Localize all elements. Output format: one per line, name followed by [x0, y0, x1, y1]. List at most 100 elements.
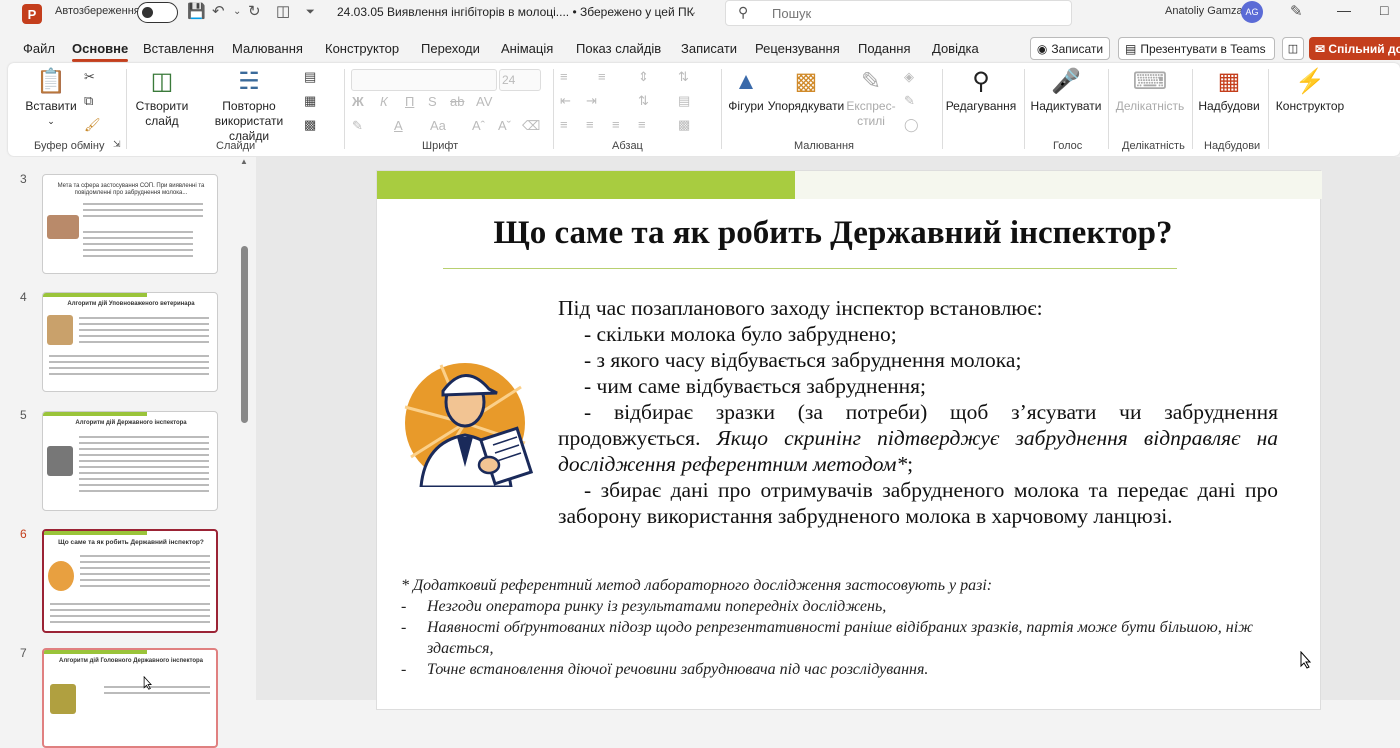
grow-font-icon[interactable]: Aˆ	[472, 118, 485, 133]
tab-record[interactable]: Записати	[681, 41, 737, 56]
tab-transitions[interactable]: Переходи	[421, 41, 480, 56]
font-size-select[interactable]: 24	[499, 69, 541, 91]
cut-icon[interactable]: ✂	[84, 69, 95, 85]
copy-icon[interactable]: ⧉	[84, 93, 93, 109]
search-box[interactable]: ⚲	[725, 0, 1072, 26]
shapes-button[interactable]: ▲ Фігури	[724, 67, 768, 114]
shadow-icon[interactable]: S	[428, 94, 437, 109]
record-icon: ◉	[1036, 41, 1048, 56]
thumb-title: Алгоритм дій Уповноваженого ветеринара	[67, 301, 195, 307]
slide-thumbnail-3[interactable]: Мета та сфера застосування СОП. При вияв…	[42, 174, 218, 274]
present-in-teams-button[interactable]: ▤ Презентувати в Teams	[1118, 37, 1275, 60]
slide-thumbnail-4[interactable]: Алгоритм дій Уповноваженого ветеринара	[42, 292, 218, 392]
comments-button[interactable]: ◫	[1282, 37, 1304, 60]
slide-thumbnail-5[interactable]: Алгоритм дій Державного інспектора	[42, 411, 218, 511]
decrease-indent-icon[interactable]: ⇤	[560, 93, 571, 109]
increase-indent-icon[interactable]: ⇥	[586, 93, 597, 109]
font-family-select[interactable]	[351, 69, 497, 91]
user-name[interactable]: Anatoliy Gamza	[1165, 5, 1243, 17]
designer-button[interactable]: ⚡ Конструктор	[1274, 67, 1346, 114]
share-icon: ✉	[1315, 41, 1326, 56]
slide-body-text[interactable]: Під час позапланового заходу інспектор в…	[558, 295, 1278, 529]
save-icon[interactable]: 💾	[187, 3, 206, 21]
share-button[interactable]: ✉ Спільний до	[1309, 37, 1400, 60]
line-spacing-icon[interactable]: ⇕	[638, 69, 649, 85]
title-divider	[443, 268, 1177, 269]
shrink-font-icon[interactable]: Aˇ	[498, 118, 511, 133]
slide-title[interactable]: Що саме та як робить Державний інспектор…	[377, 215, 1289, 252]
tab-design[interactable]: Конструктор	[325, 41, 399, 56]
sort-icon[interactable]: ⇅	[678, 69, 689, 85]
editing-button[interactable]: ⚲ Редагування	[946, 67, 1017, 114]
sensitivity-button[interactable]: ⌨ Делікатність	[1114, 67, 1186, 114]
slide-thumbnail-6[interactable]: Що саме та як робить Державний інспектор…	[42, 529, 218, 633]
undo-icon[interactable]: ↶	[212, 3, 225, 21]
search-input[interactable]	[772, 3, 1052, 23]
tab-slideshow[interactable]: Показ слайдів	[576, 41, 661, 56]
tab-animations[interactable]: Анімація	[501, 41, 553, 56]
tab-view[interactable]: Подання	[858, 41, 911, 56]
bold-icon[interactable]: Ж	[352, 94, 364, 109]
tab-draw[interactable]: Малювання	[232, 41, 303, 56]
addins-button[interactable]: ▦ Надбудови	[1198, 67, 1260, 114]
group-addins: Надбудови	[1204, 140, 1261, 152]
layout-icon[interactable]: ▤	[304, 69, 316, 85]
pen-icon[interactable]: ✎	[1290, 3, 1303, 21]
reset-icon[interactable]: ▦	[304, 93, 316, 109]
font-color-icon[interactable]: A	[394, 118, 403, 133]
shape-outline-icon[interactable]: ✎	[904, 93, 915, 109]
group-paragraph: Абзац	[612, 140, 643, 152]
maximize-icon[interactable]: □	[1380, 2, 1388, 18]
record-button[interactable]: ◉ Записати	[1030, 37, 1110, 60]
avatar[interactable]: AG	[1241, 1, 1263, 23]
change-case-icon[interactable]: Aa	[430, 118, 446, 133]
smartart-icon[interactable]: ▩	[678, 117, 690, 133]
undo-dropdown-icon[interactable]: ⌄	[233, 3, 241, 21]
strikethrough-icon[interactable]: ab	[450, 94, 464, 109]
new-slide-button[interactable]: ◫ Створити слайд	[132, 67, 192, 129]
align-left-icon[interactable]: ≡	[560, 117, 568, 132]
doc-title-chevron-icon[interactable]: ⌄	[688, 3, 697, 21]
align-center-icon[interactable]: ≡	[586, 117, 594, 132]
numbering-icon[interactable]: ≡	[598, 69, 606, 84]
italic-icon[interactable]: К	[380, 94, 388, 109]
quick-styles-button[interactable]: ✎ Експрес-стилі	[844, 67, 898, 129]
dictate-button[interactable]: 🎤 Надиктувати	[1031, 67, 1102, 114]
section-icon[interactable]: ▩	[304, 117, 316, 133]
tab-file[interactable]: Файл	[23, 41, 55, 56]
align-right-icon[interactable]: ≡	[612, 117, 620, 132]
tab-help[interactable]: Довідка	[932, 41, 979, 56]
footnote[interactable]: * Додатковий референтний метод лаборатор…	[401, 575, 1281, 680]
format-painter-icon[interactable]: 🖌	[84, 117, 101, 133]
shape-fill-icon[interactable]: ◈	[904, 69, 914, 85]
tab-insert[interactable]: Вставлення	[143, 41, 214, 56]
tab-review[interactable]: Рецензування	[755, 41, 840, 56]
justify-icon[interactable]: ≡	[638, 117, 646, 132]
bullets-icon[interactable]: ≡	[560, 69, 568, 84]
shape-effects-icon[interactable]: ◯	[904, 117, 919, 133]
customize-toolbar-icon[interactable]: ⏷	[306, 3, 315, 21]
footnote-item-text: Наявності обґрунтованих підозр щодо репр…	[427, 619, 1254, 657]
align-text-icon[interactable]: ▤	[678, 93, 690, 109]
paste-button[interactable]: 📋 Вставити ⌄	[25, 67, 76, 129]
char-spacing-icon[interactable]: AV	[476, 94, 492, 109]
scroll-up-icon[interactable]: ▲	[240, 157, 248, 166]
highlight-icon[interactable]: ✎	[352, 118, 363, 134]
redo-icon[interactable]: ↻	[248, 3, 261, 21]
underline-icon[interactable]: П	[405, 94, 414, 109]
slide-6[interactable]: Що саме та як робить Державний інспектор…	[376, 170, 1322, 710]
minimize-icon[interactable]: —	[1337, 2, 1351, 18]
reuse-slides-icon: ☵	[238, 68, 260, 95]
reuse-slides-button[interactable]: ☵ Повторно використати слайди	[194, 67, 304, 144]
slide-thumbnail-7[interactable]: Алгоритм дій Головного Державного інспек…	[42, 648, 218, 748]
arrange-button[interactable]: ▩ Упорядкувати	[768, 67, 845, 114]
share-label: Спільний до	[1328, 41, 1400, 56]
clipboard-launcher-icon[interactable]: ⇲	[113, 139, 121, 150]
clear-format-icon[interactable]: ⌫	[522, 118, 540, 134]
thumbnail-scrollbar[interactable]	[241, 246, 248, 423]
document-title[interactable]: 24.03.05 Виявлення інгібіторів в молоці.…	[337, 5, 694, 19]
autosave-toggle[interactable]	[137, 2, 178, 23]
tab-home[interactable]: Основне	[72, 41, 129, 62]
present-from-start-icon[interactable]: ◫	[276, 3, 290, 21]
text-direction-icon[interactable]: ⇅	[638, 93, 649, 109]
